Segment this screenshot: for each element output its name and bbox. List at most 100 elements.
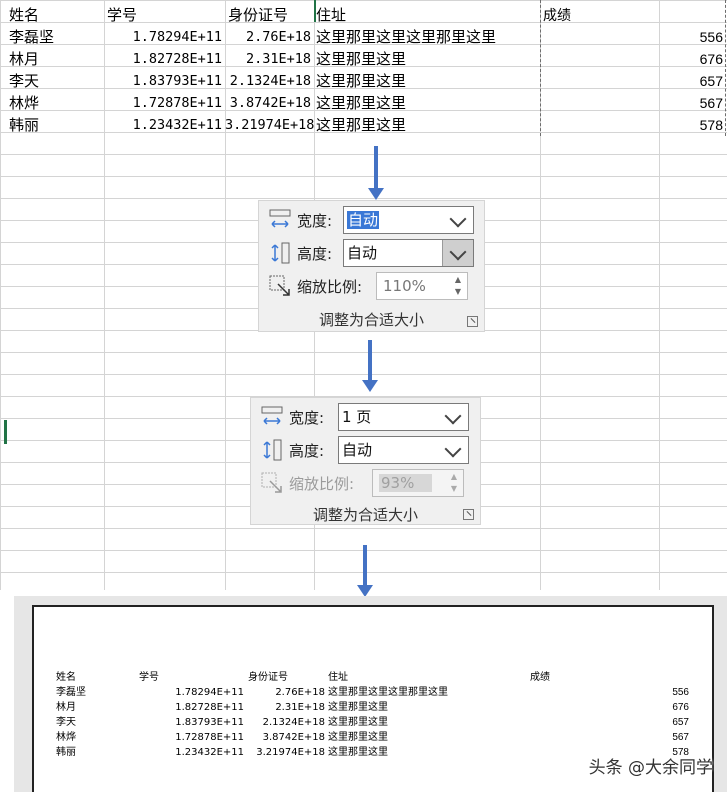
scale-to-fit-group-before: 宽度: 自动 高度: 自动 缩放比例: 110% ▲ ▼ 调整为合适大小 — [258, 200, 485, 332]
cell-student-id[interactable]: 1.72878E+11 — [104, 92, 225, 114]
preview-cell-address: 这里那里这里 — [328, 747, 388, 758]
preview-row: 林月 1.82728E+11 2.31E+18 这里那里这里 676 — [34, 701, 712, 715]
preview-cell-name: 李天 — [56, 717, 76, 728]
scale-icon — [261, 472, 283, 494]
cell-address[interactable]: 这里那里这里 — [316, 48, 540, 70]
cell-address[interactable]: 这里那里这里 — [316, 114, 540, 136]
preview-header-row: 姓名 学号 身份证号 住址 成绩 — [34, 671, 712, 685]
cell-address[interactable]: 这里那里这里这里那里这里 — [316, 26, 540, 48]
spin-arrows-icon[interactable]: ▲ ▼ — [451, 274, 465, 298]
cell-student-id[interactable]: 1.82728E+11 — [104, 48, 225, 70]
preview-row: 李天 1.83793E+11 2.1324E+18 这里那里这里 657 — [34, 716, 712, 730]
cell-id-card[interactable]: 2.76E+18 — [225, 26, 314, 48]
arrow-down-icon — [362, 340, 378, 392]
group-label: 调整为合适大小 — [312, 506, 418, 524]
preview-cell-score: 567 — [672, 732, 689, 743]
table-row: 林月 1.82728E+11 2.31E+18 这里那里这里 676 — [0, 48, 727, 70]
preview-cell-id-card: 2.76E+18 — [275, 687, 325, 698]
height-value: 自动 — [342, 441, 373, 459]
scale-value: 110% — [383, 277, 426, 295]
preview-cell-name: 韩丽 — [56, 747, 76, 758]
preview-row: 林烨 1.72878E+11 3.8742E+18 这里那里这里 567 — [34, 731, 712, 745]
height-icon — [261, 439, 283, 461]
scale-spinner[interactable]: 110% ▲ ▼ — [376, 272, 468, 300]
cell-score[interactable]: 578 — [540, 114, 725, 136]
preview-header-id: 学号 — [139, 672, 159, 683]
preview-header-address: 住址 — [328, 672, 348, 683]
preview-cell-name: 林月 — [56, 702, 76, 713]
cell-id-card[interactable]: 3.21974E+18 — [225, 114, 314, 136]
height-label: 高度: — [297, 244, 333, 263]
header-cell-score[interactable]: 成绩 — [540, 4, 725, 26]
cell-address[interactable]: 这里那里这里 — [316, 70, 540, 92]
preview-cell-score: 556 — [672, 687, 689, 698]
cell-name[interactable]: 李磊坚 — [9, 26, 104, 48]
width-label: 宽度: — [297, 211, 333, 230]
preview-row: 李磊坚 1.78294E+11 2.76E+18 这里那里这里这里那里这里 55… — [34, 686, 712, 700]
cell-name[interactable]: 韩丽 — [9, 114, 104, 136]
preview-header-idcard: 身份证号 — [248, 672, 288, 683]
scale-value: 93% — [379, 474, 433, 492]
width-select[interactable]: 自动 — [343, 206, 474, 234]
cell-address[interactable]: 这里那里这里 — [316, 92, 540, 114]
dialog-launcher-icon[interactable] — [463, 509, 474, 520]
preview-cell-address: 这里那里这里 — [328, 702, 388, 713]
preview-header-name: 姓名 — [56, 672, 76, 683]
cell-score[interactable]: 676 — [540, 48, 725, 70]
cell-name[interactable]: 林月 — [9, 48, 104, 70]
chevron-down-icon[interactable] — [443, 207, 473, 233]
spin-arrows-icon: ▲ ▼ — [450, 472, 458, 493]
cell-score[interactable]: 567 — [540, 92, 725, 114]
preview-cell-address: 这里那里这里 — [328, 717, 388, 728]
group-label: 调整为合适大小 — [318, 311, 424, 329]
cell-student-id[interactable]: 1.78294E+11 — [104, 26, 225, 48]
width-icon — [261, 406, 283, 428]
dialog-launcher-icon[interactable] — [467, 316, 478, 327]
width-select[interactable]: 1 页 — [338, 403, 469, 431]
scale-to-fit-group-after: 宽度: 1 页 高度: 自动 缩放比例: 93% ▲ ▼ 调整为合适大小 — [250, 397, 481, 525]
width-value: 自动 — [347, 211, 380, 229]
preview-cell-address: 这里那里这里这里那里这里 — [328, 687, 448, 698]
header-cell-id[interactable]: 学号 — [104, 4, 225, 26]
preview-cell-student-id: 1.83793E+11 — [175, 717, 244, 728]
cell-score[interactable]: 556 — [540, 26, 725, 48]
cell-id-card[interactable]: 2.31E+18 — [225, 48, 314, 70]
height-row: 高度: — [261, 436, 324, 464]
chevron-down-icon[interactable] — [438, 437, 468, 463]
preview-cell-student-id: 1.23432E+11 — [175, 747, 244, 758]
preview-cell-student-id: 1.72878E+11 — [175, 732, 244, 743]
height-select[interactable]: 自动 — [343, 239, 474, 267]
cell-student-id[interactable]: 1.83793E+11 — [104, 70, 225, 92]
width-icon — [269, 209, 291, 231]
arrow-down-icon — [357, 545, 373, 597]
preview-cell-id-card: 2.1324E+18 — [262, 717, 325, 728]
scale-row: 缩放比例: — [269, 272, 362, 300]
preview-cell-name: 林烨 — [56, 732, 76, 743]
scale-label: 缩放比例: — [297, 277, 363, 296]
width-label: 宽度: — [289, 408, 325, 427]
cell-id-card[interactable]: 3.8742E+18 — [225, 92, 314, 114]
cell-name[interactable]: 李天 — [9, 70, 104, 92]
preview-cell-id-card: 2.31E+18 — [275, 702, 325, 713]
table-row: 林烨 1.72878E+11 3.8742E+18 这里那里这里 567 — [0, 92, 727, 114]
height-icon — [269, 242, 291, 264]
chevron-down-icon[interactable] — [438, 404, 468, 430]
cell-score[interactable]: 657 — [540, 70, 725, 92]
preview-cell-score: 676 — [672, 702, 689, 713]
preview-cell-address: 这里那里这里 — [328, 732, 388, 743]
height-value: 自动 — [347, 244, 378, 262]
cell-name[interactable]: 林烨 — [9, 92, 104, 114]
chevron-down-icon[interactable] — [442, 240, 473, 266]
cell-id-card[interactable]: 2.1324E+18 — [225, 70, 314, 92]
preview-cell-score: 657 — [672, 717, 689, 728]
table-row: 李磊坚 1.78294E+11 2.76E+18 这里那里这里这里那里这里 55… — [0, 26, 727, 48]
scale-icon — [269, 275, 291, 297]
header-cell-idcard[interactable]: 身份证号 — [225, 4, 314, 26]
cell-student-id[interactable]: 1.23432E+11 — [104, 114, 225, 136]
height-select[interactable]: 自动 — [338, 436, 469, 464]
width-row: 宽度: — [261, 403, 324, 431]
header-cell-address[interactable]: 住址 — [316, 4, 540, 26]
height-row: 高度: — [269, 239, 332, 267]
header-cell-name[interactable]: 姓名 — [9, 4, 104, 26]
preview-header-score: 成绩 — [530, 672, 550, 683]
